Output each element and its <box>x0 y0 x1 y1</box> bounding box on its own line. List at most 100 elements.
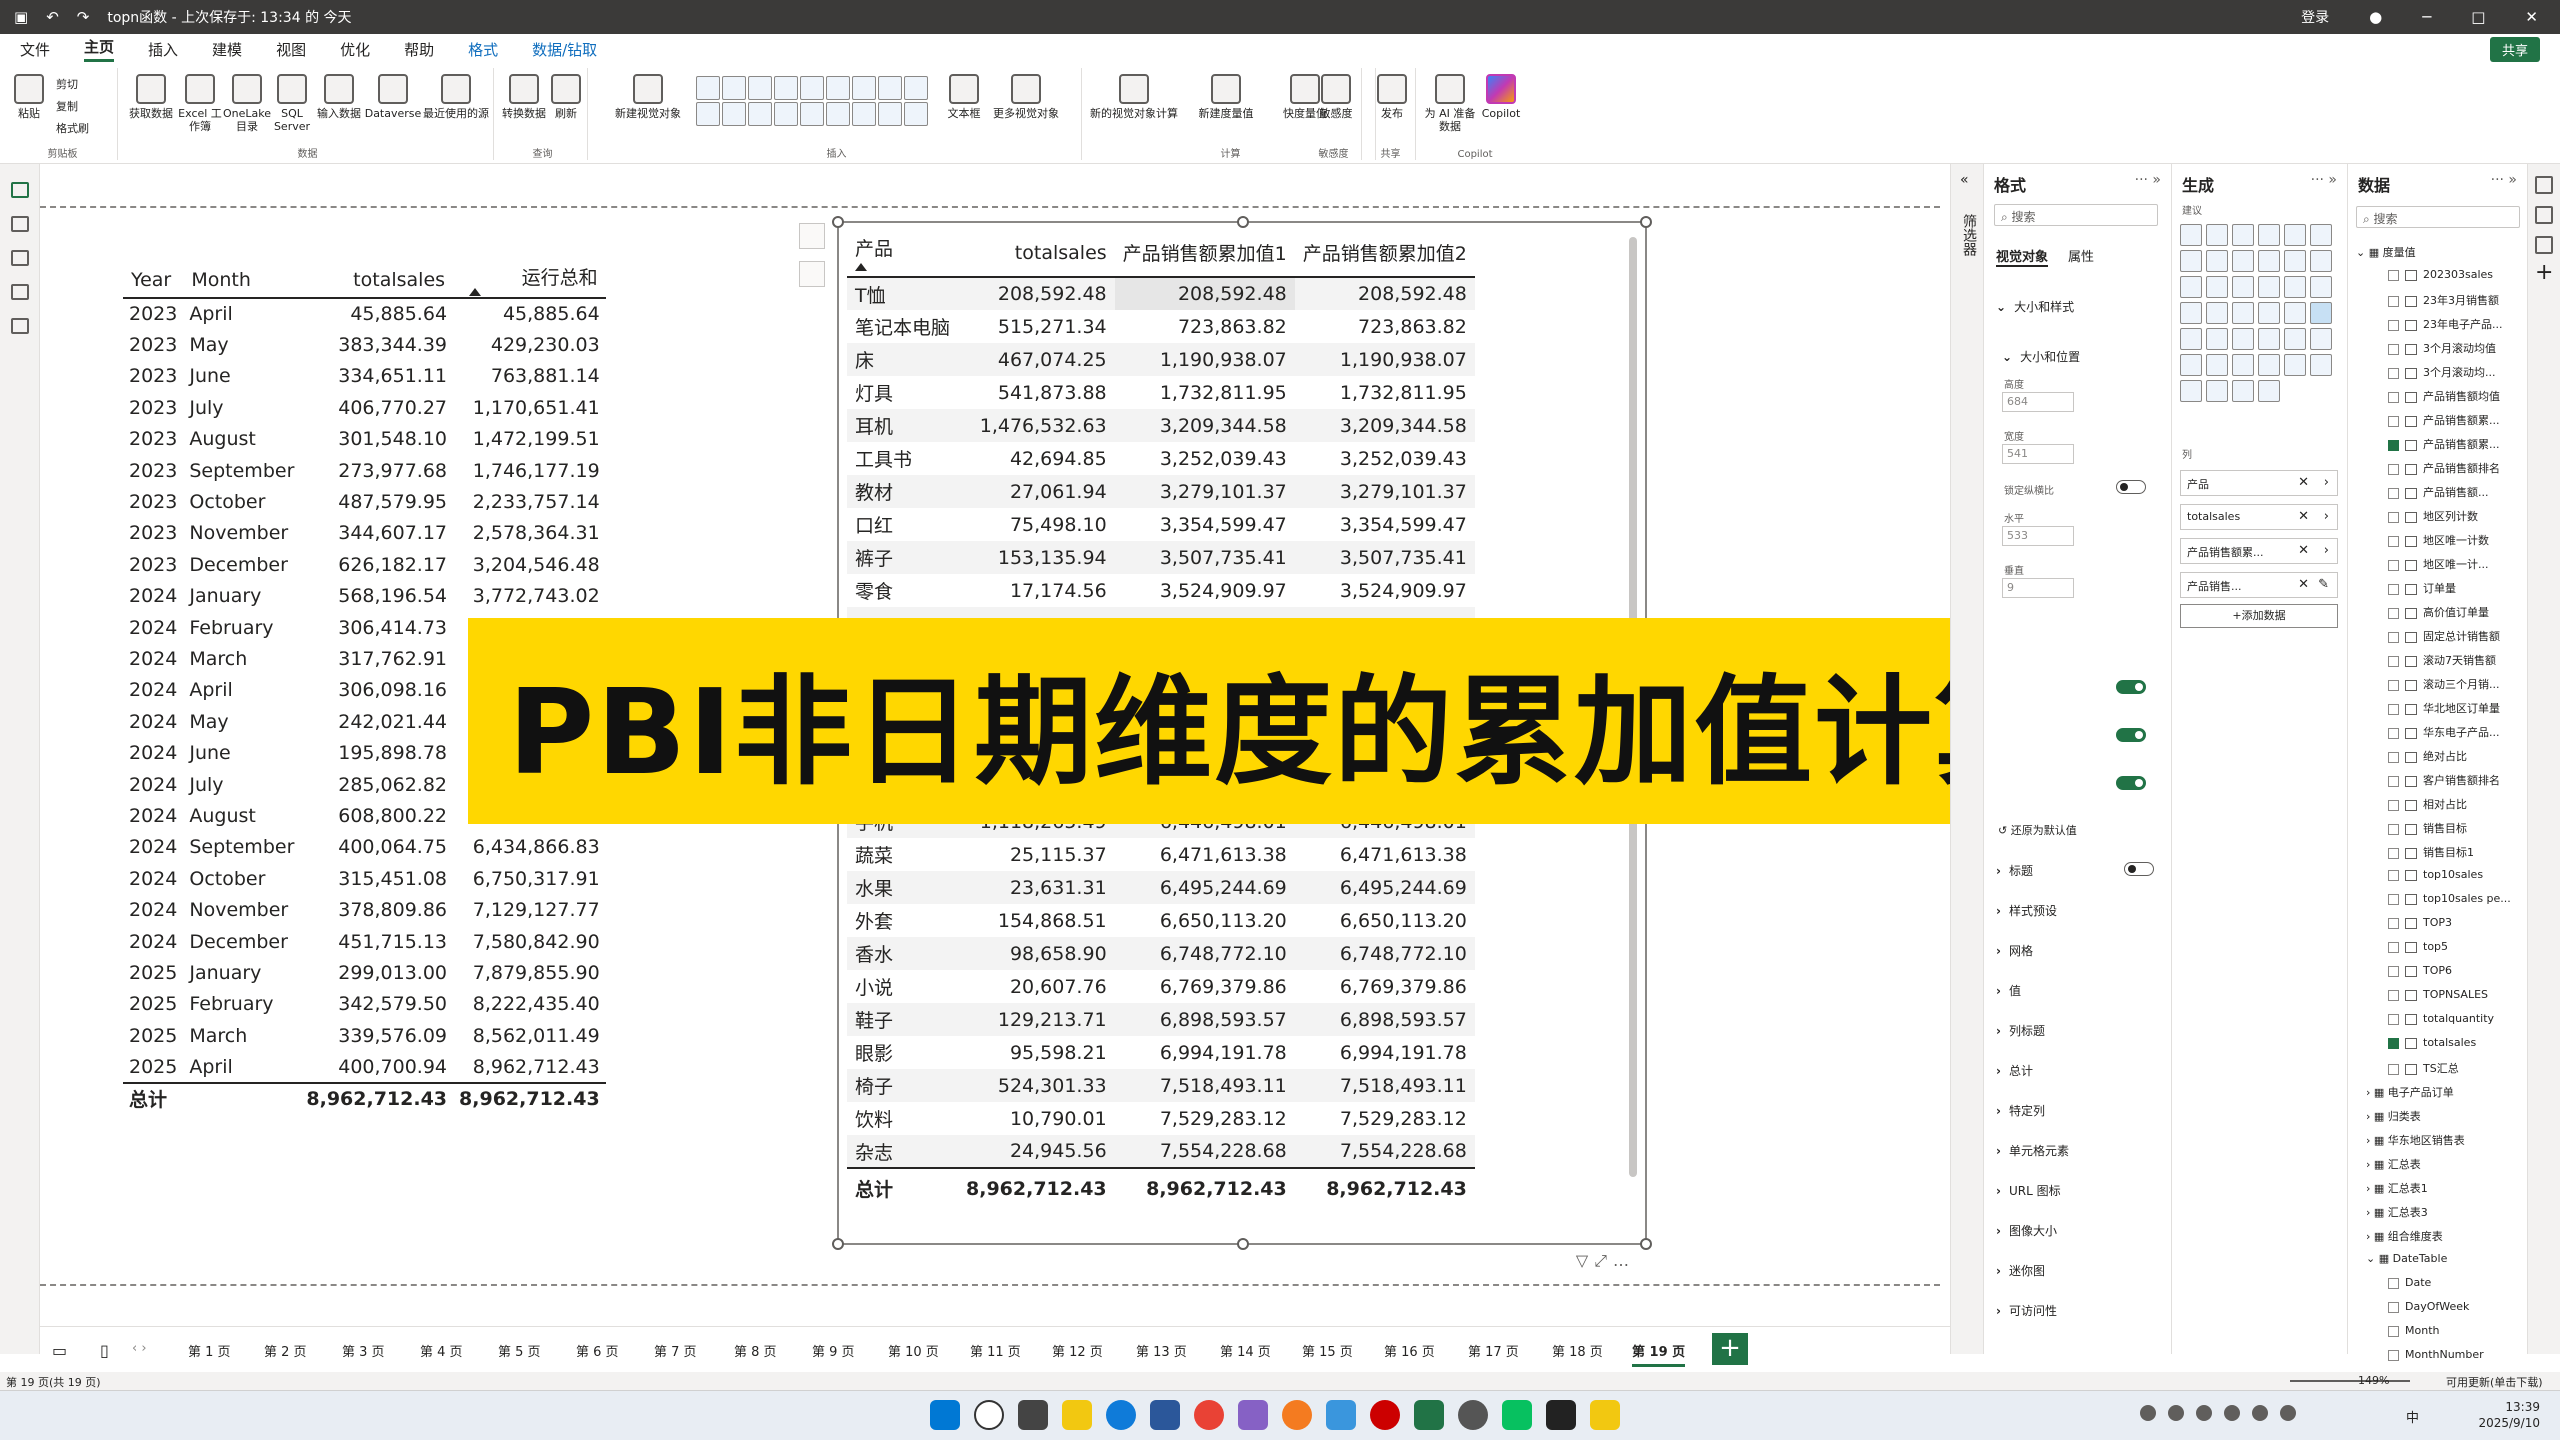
format-pane-icon[interactable] <box>2535 176 2553 194</box>
table-row[interactable]: 2024 November 378,809.86 7,129,127.77 <box>123 894 606 925</box>
excel-button[interactable]: Excel 工作簿 <box>178 74 222 133</box>
checkbox-icon[interactable] <box>2388 559 2399 571</box>
checkbox-icon[interactable] <box>2388 823 2399 835</box>
onelake-button[interactable]: OneLake 目录 <box>223 74 271 133</box>
table-row[interactable]: 2023 August 301,548.10 1,472,199.51 <box>123 424 606 455</box>
table-row[interactable]: 2024 December 451,715.13 7,580,842.90 <box>123 926 606 957</box>
table-row[interactable]: 2025 February 342,579.50 8,222,435.40 <box>123 989 606 1020</box>
remove-icon[interactable]: ✕ <box>2298 509 2309 524</box>
expand-table-icon[interactable]: › ▦ <box>2366 1230 2388 1243</box>
table-row[interactable]: 床 467,074.25 1,190,938.07 1,190,938.07 <box>847 343 1475 376</box>
publish-button[interactable]: 发布 <box>1372 74 1412 120</box>
date-field[interactable]: Month <box>2388 1324 2439 1337</box>
table-row[interactable]: 椅子 524,301.33 7,518,493.11 7,518,493.11 <box>847 1069 1475 1102</box>
checkbox-icon[interactable] <box>2388 343 2399 355</box>
visual-filter-icon[interactable] <box>799 223 825 249</box>
measure-field[interactable]: 产品销售额... <box>2388 484 2489 500</box>
get-data-button[interactable]: 获取数据 <box>126 74 176 120</box>
measure-field[interactable]: 3个月滚动均值 <box>2388 340 2496 356</box>
measure-field[interactable]: 滚动7天销售额 <box>2388 652 2496 668</box>
cut-button[interactable]: 剪切 <box>56 76 78 92</box>
table-node[interactable]: ⌄ ▦ DateTable <box>2366 1252 2447 1265</box>
page-tab[interactable]: 第 15 页 <box>1302 1341 1353 1360</box>
copilot-button[interactable]: Copilot <box>1478 74 1524 120</box>
checkbox-icon[interactable] <box>2388 367 2399 379</box>
prev-page-icon[interactable]: ‹ › <box>132 1341 147 1356</box>
measure-field[interactable]: 23年电子产品... <box>2388 316 2503 332</box>
page-tab[interactable]: 第 9 页 <box>812 1341 855 1360</box>
table-row[interactable]: 小说 20,607.76 6,769,379.86 6,769,379.86 <box>847 970 1475 1003</box>
chevron-right-icon[interactable]: › <box>2324 509 2329 524</box>
table-row[interactable]: 2023 April 45,885.64 45,885.64 <box>123 298 606 329</box>
column-header-cumulative-1[interactable]: 产品销售额累加值1 <box>1114 229 1295 278</box>
tray-icon[interactable] <box>2140 1405 2156 1421</box>
menu-help[interactable]: 帮助 <box>404 39 434 60</box>
wechat-icon[interactable] <box>1502 1400 1532 1430</box>
checkbox-icon[interactable] <box>2388 751 2399 763</box>
expand-table-icon[interactable]: › ▦ <box>2366 1086 2388 1099</box>
resize-handle[interactable] <box>832 1238 844 1250</box>
table-row[interactable]: 笔记本电脑 515,271.34 723,863.82 723,863.82 <box>847 310 1475 343</box>
table-row[interactable]: 水果 23,631.31 6,495,244.69 6,495,244.69 <box>847 871 1475 904</box>
date-field[interactable]: MonthNumber <box>2388 1348 2484 1361</box>
signin-link[interactable]: 登录 <box>2301 7 2329 27</box>
section-column-headers[interactable]: 列标题 <box>1996 1022 2045 1039</box>
more-options-icon[interactable]: … <box>1613 1251 1635 1270</box>
section-size-style[interactable]: 大小和样式 <box>1996 298 2074 315</box>
measure-field[interactable]: top5 <box>2388 940 2448 953</box>
table-row[interactable]: 零食 17,174.56 3,524,909.97 3,524,909.97 <box>847 574 1475 607</box>
checkbox-icon[interactable] <box>2388 917 2399 929</box>
checkbox-icon[interactable] <box>2388 775 2399 787</box>
model-view-icon[interactable] <box>10 250 29 266</box>
page-tab[interactable]: 第 10 页 <box>888 1341 939 1360</box>
table-row[interactable]: 口红 75,498.10 3,354,599.47 3,354,599.47 <box>847 508 1475 541</box>
checkbox-icon[interactable] <box>2388 295 2399 307</box>
account-icon[interactable]: ● <box>2369 8 2382 26</box>
table-row[interactable]: 教材 27,061.94 3,279,101.37 3,279,101.37 <box>847 475 1475 508</box>
lock-ratio-toggle[interactable] <box>2116 480 2146 494</box>
table-row[interactable]: 2023 July 406,770.27 1,170,651.41 <box>123 392 606 423</box>
app-icon[interactable] <box>1458 1400 1488 1430</box>
section-cell-elements[interactable]: 单元格元素 <box>1996 1142 2069 1159</box>
measure-field[interactable]: top10sales <box>2388 868 2483 881</box>
measure-field[interactable]: 产品销售额累... <box>2388 412 2500 428</box>
measure-field[interactable]: totalquantity <box>2388 1012 2494 1025</box>
chevron-right-icon[interactable]: › <box>2324 475 2329 490</box>
zoom-level[interactable]: 149% <box>2358 1374 2389 1387</box>
visual-format-icon[interactable] <box>799 261 825 287</box>
table-row[interactable]: 工具书 42,694.85 3,252,039.43 3,252,039.43 <box>847 442 1475 475</box>
table-row[interactable]: 2023 May 383,344.39 429,230.03 <box>123 329 606 360</box>
measure-field[interactable]: 3个月滚动均... <box>2388 364 2496 380</box>
field-well-cumulative-1[interactable]: 产品销售额累... ✕ › <box>2180 538 2338 564</box>
page-tab[interactable]: 第 8 页 <box>734 1341 777 1360</box>
checkbox-icon[interactable] <box>2388 1037 2399 1049</box>
table-view-icon[interactable] <box>10 216 29 232</box>
table-row[interactable]: 杂志 24,945.56 7,554,228.68 7,554,228.68 <box>847 1135 1475 1168</box>
transform-button[interactable]: 转换数据 <box>502 74 546 120</box>
reset-default-link[interactable]: ↺ 还原为默认值 <box>1998 822 2077 838</box>
checkbox-icon[interactable] <box>2388 1013 2399 1025</box>
resize-handle[interactable] <box>832 216 844 228</box>
file-explorer-icon[interactable] <box>1062 1400 1092 1430</box>
measure-field[interactable]: 地区唯一计... <box>2388 556 2489 572</box>
powerbi-icon[interactable] <box>1590 1400 1620 1430</box>
section-url-icon[interactable]: URL 图标 <box>1996 1182 2061 1199</box>
page-tab[interactable]: 第 3 页 <box>342 1341 385 1360</box>
format-painter-button[interactable]: 格式刷 <box>56 120 89 136</box>
task-view-icon[interactable] <box>1018 1400 1048 1430</box>
checkbox-icon[interactable] <box>2388 487 2399 499</box>
tab-general[interactable]: 属性 <box>2068 246 2094 267</box>
table-node[interactable]: › ▦ 电子产品订单 <box>2366 1084 2454 1100</box>
measure-field[interactable]: 23年3月销售额 <box>2388 292 2499 308</box>
table-row[interactable]: 2024 September 400,064.75 6,434,866.83 <box>123 832 606 863</box>
horizontal-input[interactable]: 533 <box>2002 526 2074 546</box>
undo-icon[interactable]: ↶ <box>46 8 59 26</box>
sensitivity-button[interactable]: 敏感度 <box>1316 74 1356 120</box>
page-tab[interactable]: 第 4 页 <box>420 1341 463 1360</box>
checkbox-icon[interactable] <box>2388 1325 2399 1337</box>
measure-field[interactable]: 华北地区订单量 <box>2388 700 2500 716</box>
maximize-button[interactable]: □ <box>2471 8 2485 26</box>
table-row[interactable]: 眼影 95,598.21 6,994,191.78 6,994,191.78 <box>847 1036 1475 1069</box>
edge-icon[interactable] <box>1106 1400 1136 1430</box>
table-row[interactable]: 2025 April 400,700.94 8,962,712.43 <box>123 1051 606 1082</box>
